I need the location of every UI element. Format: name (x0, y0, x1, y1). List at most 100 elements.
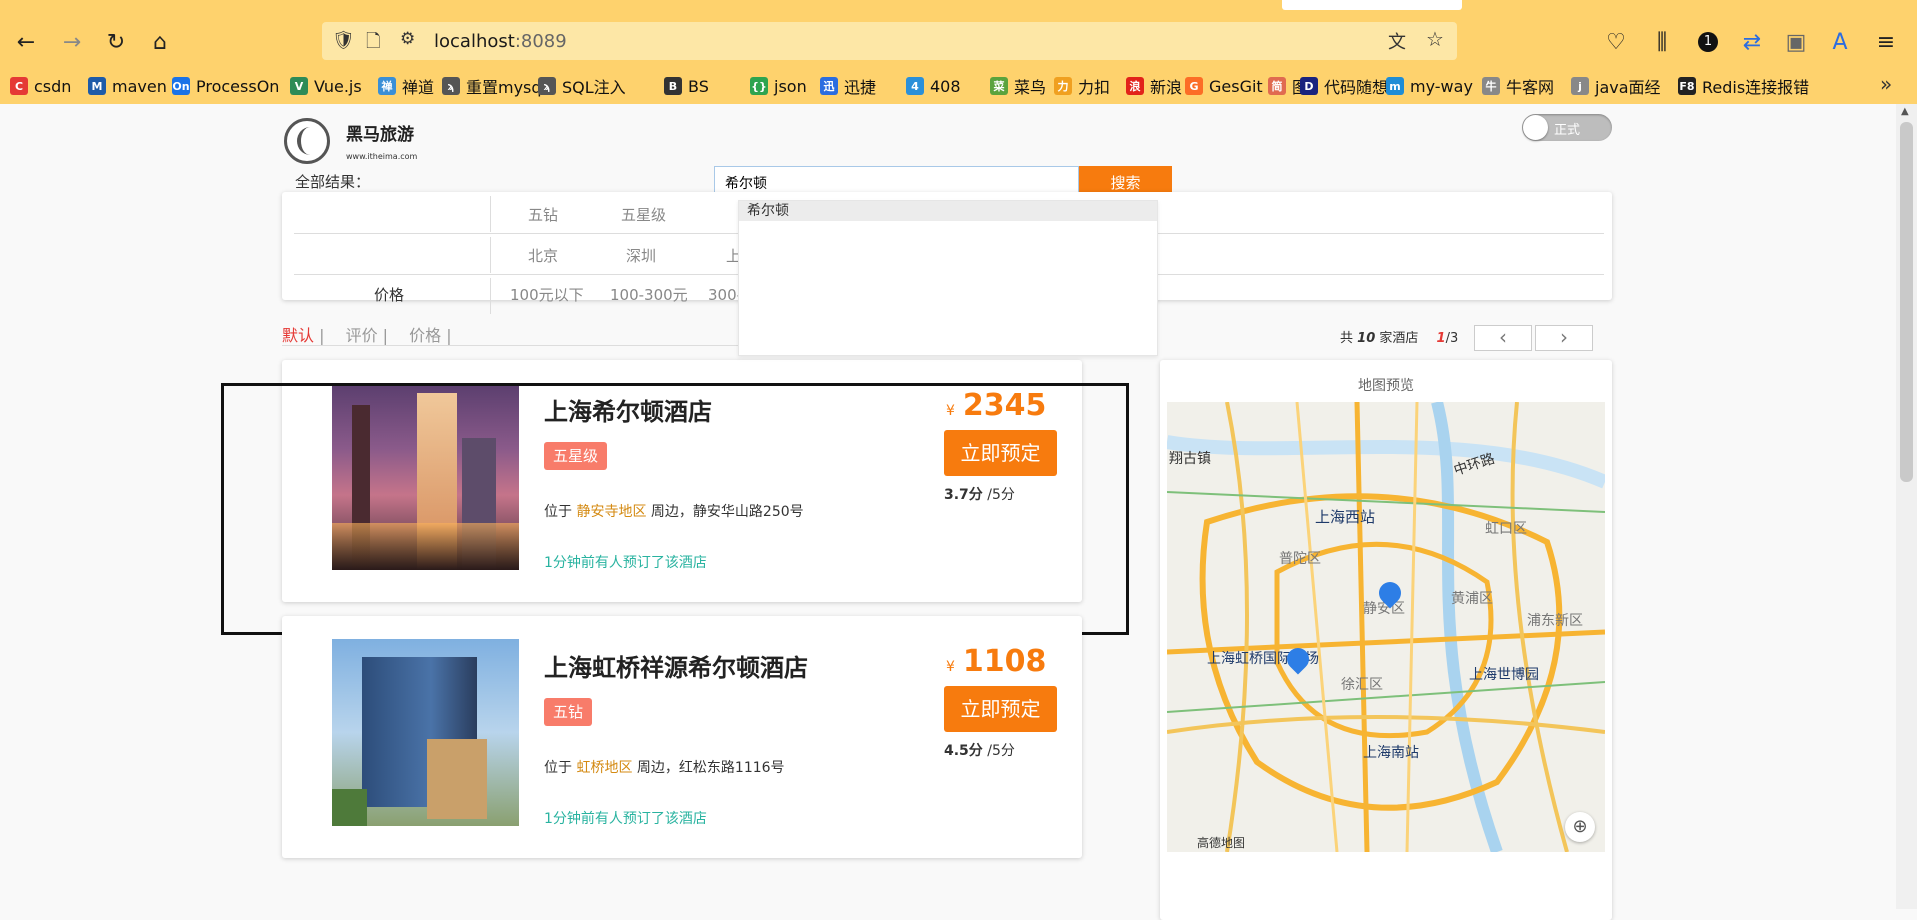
highlight-box (221, 383, 1129, 635)
bookmark-item[interactable]: 牛牛客网 (1482, 74, 1554, 98)
url-text[interactable]: localhost:8089 (434, 31, 567, 52)
library-icon[interactable]: ⫼ (1644, 24, 1680, 60)
bookmark-item[interactable]: {} json (750, 74, 807, 98)
filter-option[interactable]: 五星级 (621, 204, 666, 225)
home-icon[interactable]: ⌂ (142, 24, 178, 60)
bookmark-label: 菜鸟 (1014, 78, 1047, 97)
map-label: 普陀区 (1279, 551, 1321, 567)
back-icon[interactable]: ← (8, 24, 44, 60)
browser-title-strip (0, 0, 1917, 16)
locate-icon[interactable]: ⊕ (1565, 812, 1595, 842)
bookmark-item[interactable]: 禅禅道 (378, 74, 434, 98)
browser-toolbar: ← → ↻ ⌂ 🛡 🗋 ⚙ localhost:8089 文 ☆ ♡ ⫼ 1 ⇄… (0, 16, 1917, 68)
logo-subtitle: www.itheima.com (346, 152, 418, 161)
filter-option[interactable]: 北京 (528, 245, 558, 266)
page-current: 1 (1436, 331, 1446, 346)
bookmark-favicon-icon: 菜 (990, 77, 1008, 95)
filter-option[interactable]: 深圳 (626, 245, 656, 266)
prev-page-button[interactable]: ‹ (1474, 325, 1532, 351)
bookmark-item[interactable]: On ProcessOn (172, 74, 279, 98)
translate-icon[interactable]: 文 (1388, 28, 1406, 54)
bookmark-label: 牛客网 (1506, 78, 1555, 97)
reload-icon[interactable]: ↻ (98, 24, 134, 60)
url-bar[interactable]: 🛡 🗋 ⚙ localhost:8089 文 ☆ (322, 22, 1457, 60)
bookmark-item[interactable]: ϡ SQL注入 (538, 74, 626, 98)
page-icon: 🗋 (366, 31, 381, 52)
bookmark-item[interactable]: G GesGit (1185, 74, 1263, 98)
bookmarks-overflow-icon[interactable]: » (1880, 72, 1892, 96)
env-toggle[interactable]: 正式 (1522, 114, 1612, 141)
bookmark-favicon-icon: {} (750, 77, 768, 95)
active-tab-edge[interactable] (1282, 0, 1462, 10)
sort-price[interactable]: 价格 (409, 326, 441, 345)
scroll-thumb[interactable] (1900, 122, 1913, 482)
profile-badge[interactable]: 1 (1690, 24, 1726, 60)
extension-icon[interactable]: ▣ (1778, 24, 1814, 60)
bookmark-label: 重置mysql (466, 78, 546, 97)
bookmark-item[interactable]: Ccsdn (10, 74, 71, 98)
pocket-icon[interactable]: ♡ (1598, 24, 1634, 60)
bookmark-item[interactable]: Mmaven (88, 74, 167, 98)
bookmark-item[interactable]: V Vue.js (290, 74, 362, 98)
filter-price-label: 价格 (373, 286, 404, 304)
bookmark-item[interactable]: 力力扣 (1054, 74, 1110, 98)
bookmark-item[interactable]: B BS (664, 74, 709, 98)
bookmark-item[interactable]: j java面经 (1571, 74, 1661, 98)
filter-divider (490, 278, 491, 314)
bookmark-favicon-icon: G (1185, 77, 1203, 95)
hotel-name[interactable]: 上海虹桥祥源希尔顿酒店 (544, 648, 808, 683)
toggle-knob (1523, 115, 1548, 140)
sort-default[interactable]: 默认 (282, 326, 314, 345)
bookmark-label: Vue.js (314, 76, 362, 96)
map-view[interactable]: 翔古镇 中环路 上海西站 虹口区 普陀区 静安区 黄浦区 浦东新区 上海虹桥国际… (1167, 402, 1605, 852)
bookmark-star-icon[interactable]: ☆ (1426, 27, 1444, 51)
filter-option[interactable]: 五钻 (528, 204, 558, 225)
hotel-card[interactable]: 上海虹桥祥源希尔顿酒店 五钻 位于 虹桥地区 周边，红松东路1116号 1分钟前… (282, 616, 1082, 858)
search-suggestions: 希尔顿 (738, 200, 1158, 356)
bookmark-favicon-icon: D (1300, 77, 1318, 95)
bookmark-item[interactable]: m my-way (1386, 74, 1473, 98)
hotel-brand-badge: 五钻 (544, 698, 593, 726)
menu-icon[interactable]: ≡ (1868, 24, 1904, 60)
bookmark-favicon-icon: 力 (1054, 77, 1072, 95)
bookmark-favicon-icon: 禅 (378, 77, 396, 95)
bookmark-item[interactable]: 4 408 (906, 74, 961, 98)
all-results-label: 全部结果： (295, 173, 371, 191)
translate-extension-icon[interactable]: A (1822, 24, 1858, 60)
bookmark-label: ProcessOn (196, 76, 280, 96)
bookmarks-bar: Ccsdn Mmaven On ProcessOn V Vue.js 禅禅道 ϡ 重置mysql… (0, 68, 1917, 105)
bookmark-label: my-way (1410, 76, 1473, 96)
bookmark-label: Redis连接报错 (1702, 78, 1810, 97)
logo-title: 黑马旅游 (346, 125, 414, 145)
bookmark-favicon-icon: 牛 (1482, 77, 1500, 95)
forward-icon[interactable]: → (54, 24, 90, 60)
map-attribution: 高德地图 (1197, 836, 1246, 850)
hotel-address: 位于 虹桥地区 周边，红松东路1116号 (544, 760, 785, 776)
sync-icon[interactable]: ⇄ (1734, 24, 1770, 60)
shield-icon[interactable]: 🛡 (332, 30, 355, 51)
bookmark-favicon-icon: ϡ (538, 77, 556, 95)
bookmark-favicon-icon: V (290, 77, 308, 95)
bookmark-item[interactable]: 浪新浪 (1126, 74, 1182, 98)
bookmark-label: json (774, 76, 807, 96)
scroll-up-icon[interactable]: ▲ (1901, 106, 1909, 117)
book-now-button[interactable]: 立即预定 (944, 686, 1057, 732)
bookmark-item[interactable]: 迅迅捷 (820, 74, 876, 98)
permissions-icon[interactable]: ⚙ (400, 29, 415, 49)
map-panel: 地图预览 翔古镇 中环路 上海西站 虹口区 普陀区 静安区 黄浦区 浦东新区 上… (1160, 360, 1612, 920)
sort-rating[interactable]: 评价 (346, 326, 378, 345)
next-page-button[interactable]: › (1535, 325, 1593, 351)
filter-option[interactable]: 100元以下 (510, 284, 584, 305)
bookmark-label: 禅道 (402, 78, 435, 97)
hotel-price: ¥1108 (946, 644, 1047, 679)
filter-option[interactable]: 100-300元 (610, 284, 688, 305)
map-label: 上海西站 (1315, 508, 1376, 526)
bookmark-item[interactable]: ϡ 重置mysql (442, 74, 546, 98)
bookmark-item[interactable]: 菜菜鸟 (990, 74, 1046, 98)
toggle-label: 正式 (1554, 123, 1581, 138)
bookmark-favicon-icon: 4 (906, 77, 924, 95)
suggestion-item[interactable]: 希尔顿 (739, 201, 1157, 221)
bookmark-item[interactable]: F8 Redis连接报错 (1678, 74, 1809, 98)
logo-icon (284, 118, 330, 164)
page-scrollbar[interactable]: ▲ (1896, 104, 1917, 909)
